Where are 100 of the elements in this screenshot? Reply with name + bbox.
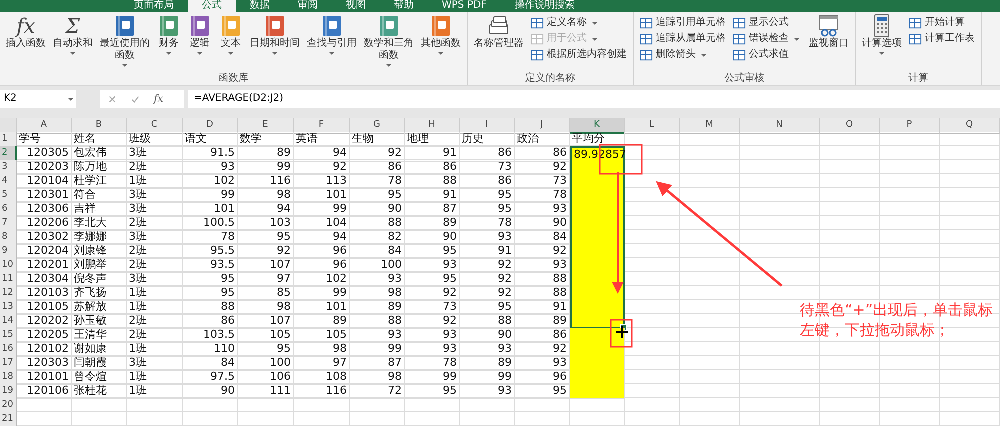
row-header[interactable]: 7 bbox=[0, 216, 17, 231]
table-cell: 72 bbox=[350, 384, 405, 399]
ribbon-tab[interactable]: 帮助 bbox=[380, 0, 428, 12]
table-cell: 97 bbox=[238, 272, 294, 287]
column-header[interactable]: A bbox=[17, 118, 72, 134]
table-cell: 历史 bbox=[460, 132, 515, 147]
ribbon-tab[interactable]: 数据 bbox=[236, 0, 284, 12]
table-cell: 101 bbox=[294, 188, 350, 203]
row-header[interactable]: 18 bbox=[0, 370, 17, 385]
ribbon-button[interactable]: 显示公式 bbox=[730, 16, 805, 30]
table-cell: 93 bbox=[183, 160, 238, 175]
table-cell: 100 bbox=[350, 258, 405, 273]
table-cell: 82 bbox=[350, 230, 405, 245]
row-header[interactable]: 21 bbox=[0, 412, 17, 426]
row-header[interactable]: 14 bbox=[0, 314, 17, 329]
table-cell: 3班 bbox=[127, 188, 183, 203]
row-header[interactable]: 8 bbox=[0, 230, 17, 245]
ribbon-tab[interactable]: 公式 bbox=[188, 0, 236, 12]
column-header[interactable]: L bbox=[625, 118, 680, 134]
ribbon-button[interactable]: 其他函数 bbox=[418, 14, 464, 57]
ribbon-button[interactable]: 计算工作表 bbox=[906, 32, 978, 46]
column-header[interactable]: C bbox=[127, 118, 183, 134]
ribbon-button[interactable]: 逻辑 bbox=[185, 14, 215, 57]
column-header[interactable]: H bbox=[405, 118, 460, 134]
table-cell: 86 bbox=[460, 146, 515, 162]
row-header[interactable]: 6 bbox=[0, 202, 17, 217]
check-icon[interactable] bbox=[131, 94, 140, 104]
row-header[interactable]: 10 bbox=[0, 258, 17, 273]
row-header[interactable]: 15 bbox=[0, 328, 17, 343]
table-cell: 120204 bbox=[17, 244, 72, 259]
ribbon-tab[interactable]: 操作说明搜索 bbox=[500, 0, 589, 12]
column-header[interactable]: P bbox=[880, 118, 940, 134]
ribbon-button[interactable]: 财务 bbox=[154, 14, 184, 57]
table-cell: 73 bbox=[460, 160, 515, 175]
row-header[interactable]: 9 bbox=[0, 244, 17, 259]
table-cell: 98 bbox=[350, 370, 405, 385]
table-cell: 95 bbox=[238, 230, 294, 245]
ribbon-button[interactable]: 文本 bbox=[216, 14, 246, 57]
ribbon-tab[interactable]: 页面布局 bbox=[120, 0, 188, 12]
annotation-text: 待黑色“+”出现后，单击鼠标左键，下拉拖动鼠标； bbox=[800, 300, 994, 340]
ribbon-button[interactable]: fx 插入函数 bbox=[3, 14, 49, 50]
row-header[interactable]: 13 bbox=[0, 300, 17, 315]
table-cell: 120205 bbox=[17, 328, 72, 343]
table-cell: 91 bbox=[405, 146, 460, 162]
table-cell: 班级 bbox=[127, 132, 183, 147]
row-header[interactable]: 20 bbox=[0, 398, 17, 413]
row-header[interactable]: 11 bbox=[0, 272, 17, 287]
name-box[interactable]: K2 bbox=[0, 90, 76, 108]
ribbon-button[interactable]: 名称管理器 bbox=[471, 14, 527, 50]
ribbon-button[interactable]: 根据所选内容创建 bbox=[528, 48, 630, 62]
row-header[interactable]: 1 bbox=[0, 132, 17, 147]
ribbon-button[interactable]: Σ 自动求和 bbox=[50, 14, 96, 57]
row-header[interactable]: 3 bbox=[0, 160, 17, 175]
ribbon-button[interactable]: 删除箭头 bbox=[637, 48, 729, 62]
ribbon-button[interactable]: 最近使用的函数 bbox=[97, 14, 153, 69]
row-header[interactable]: 19 bbox=[0, 384, 17, 399]
insert-function-button[interactable]: fx bbox=[154, 94, 164, 104]
table-cell: 陈万地 bbox=[72, 160, 127, 175]
column-header[interactable]: I bbox=[460, 118, 515, 134]
column-header[interactable]: N bbox=[740, 118, 820, 134]
ribbon-button[interactable]: 错误检查 bbox=[730, 32, 805, 46]
ribbon-button[interactable]: 追踪引用单元格 bbox=[637, 16, 729, 30]
table-cell: 89 bbox=[405, 216, 460, 231]
table-cell: 90 bbox=[350, 202, 405, 217]
row-header[interactable]: 5 bbox=[0, 188, 17, 203]
row-header[interactable]: 4 bbox=[0, 174, 17, 189]
column-header[interactable]: E bbox=[238, 118, 294, 134]
table-cell: 89 bbox=[460, 356, 515, 371]
table-cell: 3班 bbox=[127, 230, 183, 245]
ribbon-button[interactable]: 日期和时间 bbox=[247, 14, 303, 57]
ribbon-button[interactable]: 定义名称 bbox=[528, 16, 630, 30]
ribbon-button[interactable]: 监视窗口 bbox=[806, 14, 852, 50]
row-header[interactable]: 16 bbox=[0, 342, 17, 357]
ribbon-button[interactable]: 追踪从属单元格 bbox=[637, 32, 729, 46]
column-header[interactable]: B bbox=[72, 118, 127, 134]
ribbon-button[interactable]: 查找与引用 bbox=[304, 14, 360, 57]
ribbon-tab[interactable]: 视图 bbox=[332, 0, 380, 12]
table-cell: 120303 bbox=[17, 356, 72, 371]
column-header[interactable]: K bbox=[570, 118, 625, 134]
formula-field[interactable]: =AVERAGE(D2:J2) bbox=[188, 90, 1000, 108]
table-cell: 107 bbox=[238, 314, 294, 329]
ribbon-tab[interactable]: WPS PDF bbox=[428, 0, 501, 12]
column-header[interactable]: Q bbox=[940, 118, 1000, 134]
table-cell: 89 bbox=[294, 314, 350, 329]
cancel-icon[interactable] bbox=[108, 94, 117, 104]
table-cell: 93 bbox=[460, 384, 515, 399]
column-header[interactable]: M bbox=[680, 118, 740, 134]
ribbon-button[interactable]: 数学和三角函数 bbox=[361, 14, 417, 69]
row-header[interactable]: 17 bbox=[0, 356, 17, 371]
column-header[interactable]: F bbox=[294, 118, 350, 134]
table-cell: 84 bbox=[350, 244, 405, 259]
row-header[interactable]: 12 bbox=[0, 286, 17, 301]
column-header[interactable]: O bbox=[820, 118, 880, 134]
table-cell: 97 bbox=[294, 356, 350, 371]
ribbon-button[interactable]: 计算选项 bbox=[859, 14, 905, 57]
ribbon-button[interactable]: 公式求值 bbox=[730, 48, 805, 62]
ribbon-button[interactable]: 开始计算 bbox=[906, 16, 978, 30]
column-header[interactable]: G bbox=[350, 118, 405, 134]
table-cell: 116 bbox=[238, 174, 294, 189]
column-header[interactable]: D bbox=[183, 118, 238, 134]
